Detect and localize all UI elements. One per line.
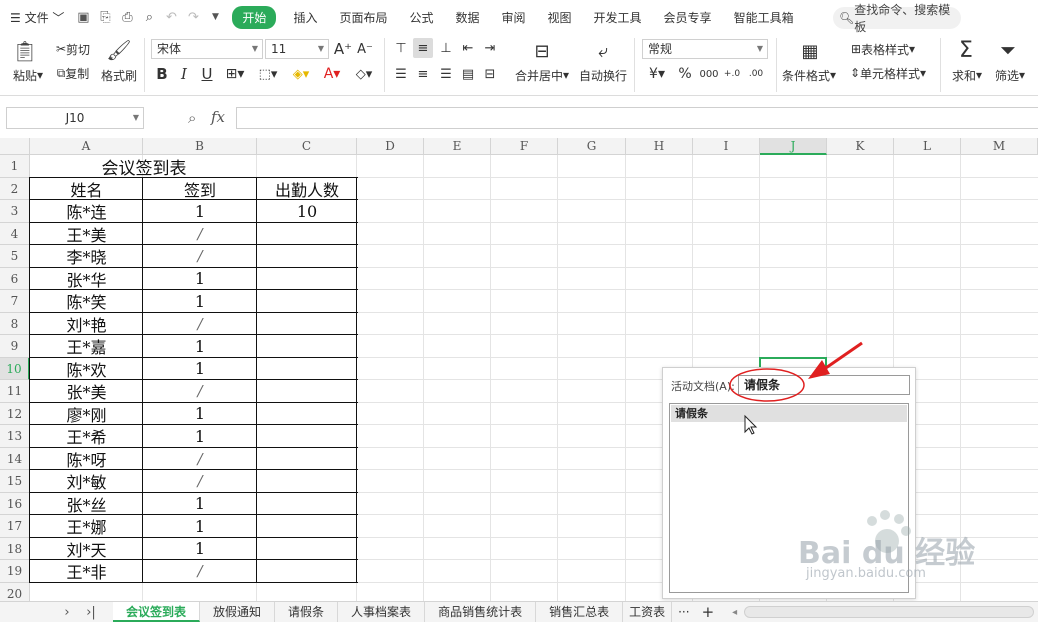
sheet-tab-signin[interactable]: 会议签到表 <box>113 602 201 622</box>
sheet-tab-bar: › ›| 会议签到表 放假通知 请假条 人事档案表 商品销售统计表 销售汇总表 … <box>0 601 1038 622</box>
sheet-tab-leave[interactable]: 请假条 <box>275 602 339 622</box>
next-sheet-icon[interactable]: › <box>55 605 79 620</box>
sheet-tab-sales-summary[interactable]: 销售汇总表 <box>536 602 624 622</box>
arrow-head-icon <box>808 360 830 379</box>
sheet-tab-personnel[interactable]: 人事档案表 <box>338 602 426 622</box>
add-sheet-icon[interactable]: + <box>696 603 721 621</box>
watermark-url: jingyan.baidu.com <box>806 566 926 581</box>
more-tabs-icon[interactable]: ··· <box>672 605 695 619</box>
sheet-tab-holiday[interactable]: 放假通知 <box>200 602 276 622</box>
mouse-cursor-icon <box>744 414 758 435</box>
horizontal-scrollbar[interactable] <box>744 606 1035 618</box>
highlight-ellipse <box>729 368 805 402</box>
scroll-left-icon[interactable]: ◂ <box>732 607 744 618</box>
last-sheet-icon[interactable]: ›| <box>79 605 103 620</box>
sheet-tab-salary[interactable]: 工资表 <box>623 602 673 622</box>
sheet-tab-sales-stats[interactable]: 商品销售统计表 <box>425 602 537 622</box>
